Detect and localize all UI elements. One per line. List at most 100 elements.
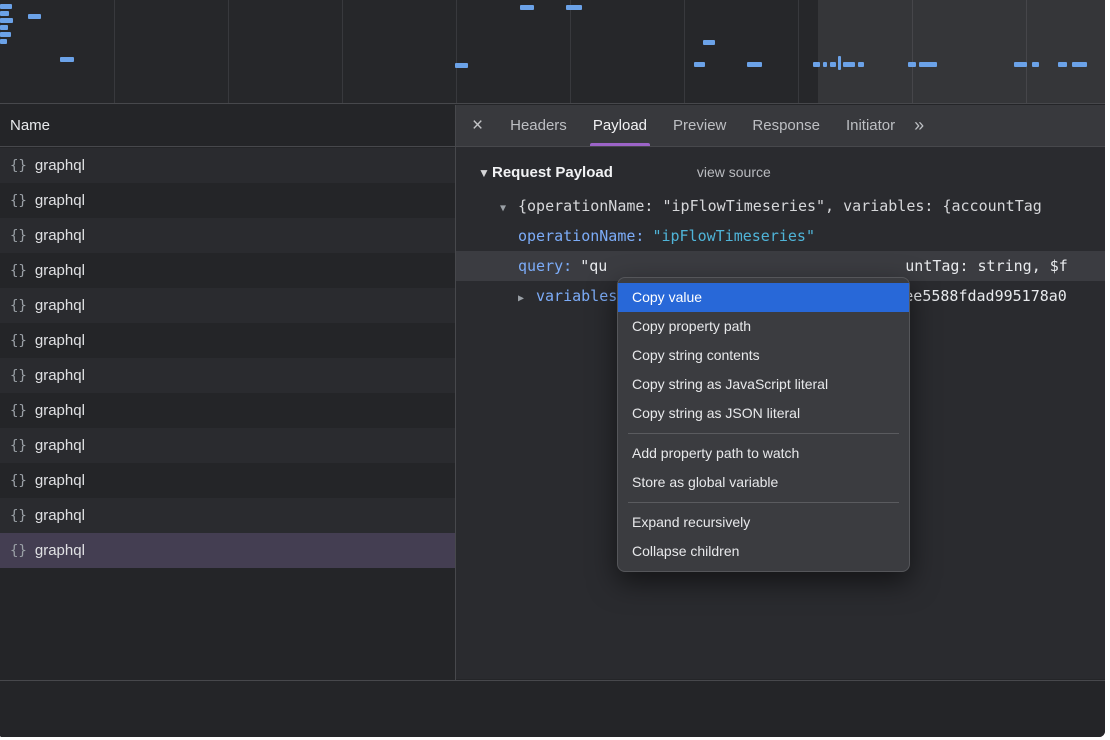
request-payload-section: ▼ Request Payload view source bbox=[456, 164, 1105, 181]
menu-item-copy-property-path[interactable]: Copy property path bbox=[618, 312, 909, 341]
json-icon: {} bbox=[10, 333, 27, 349]
network-activity-bar bbox=[703, 40, 715, 45]
request-name: graphql bbox=[35, 192, 85, 209]
request-name: graphql bbox=[35, 227, 85, 244]
request-name: graphql bbox=[35, 542, 85, 559]
json-icon: {} bbox=[10, 543, 27, 559]
more-tabs-icon[interactable]: » bbox=[914, 115, 923, 136]
network-activity-bar bbox=[0, 25, 8, 30]
menu-item-copy-string-as-javascript-literal[interactable]: Copy string as JavaScript literal bbox=[618, 370, 909, 399]
network-activity-bar bbox=[858, 62, 864, 67]
timeline-gridline bbox=[114, 0, 115, 103]
property-key: operationName: bbox=[518, 227, 644, 245]
view-source-link[interactable]: view source bbox=[697, 164, 771, 180]
request-name: graphql bbox=[35, 472, 85, 489]
network-activity-bar bbox=[0, 39, 7, 44]
pane-divider[interactable] bbox=[455, 105, 456, 737]
menu-item-collapse-children[interactable]: Collapse children bbox=[618, 537, 909, 566]
request-list: {} graphql {} graphql {} graphql {} graphql {} gr… bbox=[0, 148, 455, 568]
network-activity-bar bbox=[0, 4, 12, 9]
request-list-pane: Name {}graphql{}graphql{}graphql{}graphq… bbox=[0, 105, 455, 737]
json-icon: {} bbox=[10, 403, 27, 419]
menu-item-copy-string-as-json-literal[interactable]: Copy string as JSON literal bbox=[618, 399, 909, 428]
request-name: graphql bbox=[35, 507, 85, 524]
network-activity-bar bbox=[28, 14, 41, 19]
property-value: "ipFlowTimeseries" bbox=[652, 227, 815, 245]
request-name: graphql bbox=[35, 332, 85, 349]
tab-initiator[interactable]: Initiator bbox=[833, 105, 908, 146]
network-activity-bar bbox=[0, 18, 13, 23]
section-title: Request Payload bbox=[492, 164, 613, 181]
tabs: HeadersPayloadPreviewResponseInitiator bbox=[497, 105, 908, 146]
json-icon: {} bbox=[10, 263, 27, 279]
menu-item-copy-value[interactable]: Copy value bbox=[618, 283, 909, 312]
request-row[interactable]: {} graphql bbox=[0, 533, 455, 568]
tab-response[interactable]: Response bbox=[739, 105, 833, 146]
json-icon: {} bbox=[10, 158, 27, 174]
timeline-gridline bbox=[798, 0, 799, 103]
request-row[interactable]: {}graphql bbox=[0, 253, 455, 288]
tree-row-operationname[interactable]: operationName: "ipFlowTimeseries" bbox=[456, 221, 1105, 251]
property-value-left: "qu bbox=[580, 257, 607, 275]
network-activity-bar bbox=[1058, 62, 1067, 67]
request-name: graphql bbox=[35, 297, 85, 314]
timeline-gridline bbox=[456, 0, 457, 103]
devtools-window: Name {}graphql{}graphql{}graphql{}graphq… bbox=[0, 0, 1105, 737]
json-icon: {} bbox=[10, 508, 27, 524]
network-activity-bar bbox=[919, 62, 937, 67]
request-name: graphql bbox=[35, 157, 85, 174]
network-activity-bar bbox=[694, 62, 705, 67]
collapse-triangle-icon[interactable]: ▼ bbox=[500, 194, 518, 221]
request-row[interactable]: {} graphql bbox=[0, 323, 455, 358]
property-value-right: ee5588fdad995178a0 bbox=[904, 287, 1067, 305]
request-row[interactable]: {}graphql bbox=[0, 428, 455, 463]
menu-item-copy-string-contents[interactable]: Copy string contents bbox=[618, 341, 909, 370]
network-activity-bar bbox=[455, 63, 468, 68]
timeline-gridline bbox=[570, 0, 571, 103]
request-row[interactable]: {} graphql bbox=[0, 393, 455, 428]
collapse-triangle-icon[interactable]: ▼ bbox=[478, 166, 492, 180]
network-activity-bar bbox=[0, 32, 11, 37]
request-name: graphql bbox=[35, 367, 85, 384]
expand-triangle-icon[interactable]: ▶ bbox=[518, 284, 536, 311]
request-row[interactable]: {} graphql bbox=[0, 288, 455, 323]
network-overview-timeline[interactable] bbox=[0, 0, 1105, 104]
request-row[interactable]: {}graphql bbox=[0, 183, 455, 218]
request-name: graphql bbox=[35, 402, 85, 419]
network-activity-bar bbox=[1032, 62, 1039, 67]
status-bar bbox=[0, 680, 1105, 737]
request-row[interactable]: {} graphql bbox=[0, 148, 455, 183]
request-row[interactable]: {} graphql bbox=[0, 218, 455, 253]
timeline-selection-region[interactable] bbox=[818, 0, 1105, 103]
name-column-header[interactable]: Name bbox=[0, 105, 455, 147]
root-preview: {operationName: "ipFlowTimeseries", vari… bbox=[518, 197, 1042, 215]
close-icon[interactable]: × bbox=[472, 116, 483, 135]
menu-divider bbox=[628, 502, 899, 503]
menu-item-expand-recursively[interactable]: Expand recursively bbox=[618, 508, 909, 537]
timeline-gridline bbox=[684, 0, 685, 103]
network-activity-bar bbox=[908, 62, 916, 67]
json-icon: {} bbox=[10, 473, 27, 489]
menu-item-add-property-path-to-watch[interactable]: Add property path to watch bbox=[618, 439, 909, 468]
tab-payload[interactable]: Payload bbox=[580, 105, 660, 146]
network-activity-bar bbox=[830, 62, 836, 67]
request-row[interactable]: {} graphql bbox=[0, 463, 455, 498]
network-activity-bar bbox=[843, 62, 855, 67]
network-activity-bar bbox=[0, 11, 9, 16]
network-activity-bar bbox=[823, 62, 827, 67]
json-icon: {} bbox=[10, 368, 27, 384]
menu-item-store-as-global-variable[interactable]: Store as global variable bbox=[618, 468, 909, 497]
tab-headers[interactable]: Headers bbox=[497, 105, 580, 146]
json-icon: {} bbox=[10, 228, 27, 244]
json-icon: {} bbox=[10, 298, 27, 314]
property-key: variables bbox=[536, 287, 617, 305]
timeline-gridline bbox=[228, 0, 229, 103]
network-activity-bar bbox=[1072, 62, 1087, 67]
request-row[interactable]: {} graphql bbox=[0, 358, 455, 393]
request-row[interactable]: {} graphql bbox=[0, 498, 455, 533]
tree-row-root[interactable]: ▼{operationName: "ipFlowTimeseries", var… bbox=[456, 191, 1105, 221]
network-activity-bar bbox=[813, 62, 820, 67]
menu-divider bbox=[628, 433, 899, 434]
details-tab-bar: × HeadersPayloadPreviewResponseInitiator… bbox=[456, 105, 1105, 147]
tab-preview[interactable]: Preview bbox=[660, 105, 739, 146]
